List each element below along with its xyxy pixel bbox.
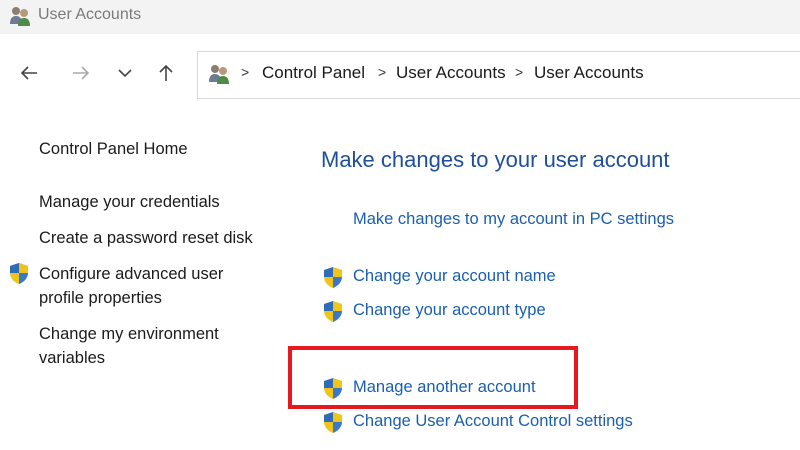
configure-profile-properties-link[interactable]: Configure advanced user [39,262,223,286]
change-environment-variables-link[interactable]: Change my environment [39,322,219,346]
page-title: Make changes to your user account [321,147,670,172]
change-environment-variables-link-line2[interactable]: variables [39,346,105,370]
uac-shield-icon [7,261,31,285]
breadcrumb-separator[interactable]: > [241,64,249,80]
change-uac-settings-link[interactable]: Change User Account Control settings [353,412,633,431]
window-title: User Accounts [38,6,142,23]
breadcrumb-separator[interactable]: > [378,64,386,80]
address-bar[interactable]: > Control Panel > User Accounts > User A… [197,51,800,99]
breadcrumb-separator[interactable]: > [515,64,523,80]
title-bar: User Accounts [0,0,800,34]
breadcrumb-user-accounts-current[interactable]: User Accounts [534,63,644,83]
pc-settings-link[interactable]: Make changes to my account in PC setting… [353,210,674,229]
breadcrumb-control-panel[interactable]: Control Panel [262,63,365,83]
user-accounts-icon [208,63,232,85]
arrow-left-icon [19,63,39,83]
back-button[interactable] [17,61,41,85]
configure-profile-properties-link-line2[interactable]: profile properties [39,286,162,310]
breadcrumb-user-accounts[interactable]: User Accounts [396,63,506,83]
recent-locations-button[interactable] [113,61,137,85]
arrow-right-icon [71,63,91,83]
forward-button[interactable] [69,61,93,85]
highlight-box [288,346,578,409]
uac-shield-icon [321,299,345,323]
chevron-down-icon [117,65,133,81]
manage-credentials-link[interactable]: Manage your credentials [39,190,220,214]
control-panel-home-link[interactable]: Control Panel Home [39,137,188,161]
create-password-reset-disk-link[interactable]: Create a password reset disk [39,226,253,250]
user-accounts-icon [9,5,33,27]
change-account-name-link[interactable]: Change your account name [353,267,556,286]
uac-shield-icon [321,265,345,289]
change-account-type-link[interactable]: Change your account type [353,301,546,320]
up-button[interactable] [154,61,178,85]
uac-shield-icon [321,410,345,434]
arrow-up-icon [156,63,176,83]
